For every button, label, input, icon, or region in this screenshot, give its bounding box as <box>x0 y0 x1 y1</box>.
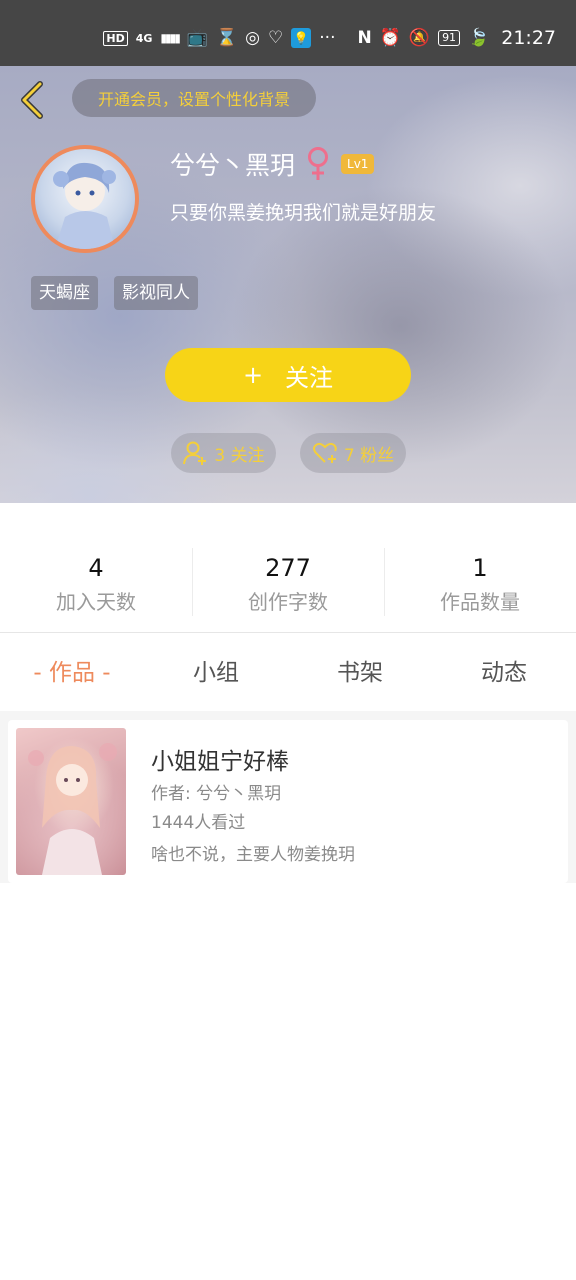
stat-value: 4 <box>88 554 104 582</box>
tag-list: 天蝎座 影视同人 <box>31 276 198 310</box>
stat-join-days: 4 加入天数 <box>0 548 192 618</box>
stats-row: 4 加入天数 277 创作字数 1 作品数量 <box>0 548 576 618</box>
user-add-icon <box>183 441 207 465</box>
follow-button[interactable]: + 关注 <box>165 348 411 402</box>
fans-count: 7 粉丝 <box>343 445 395 466</box>
work-views: 1444人看过 <box>151 813 246 833</box>
tv-app-icon: 📺 <box>186 28 208 48</box>
user-bio: 只要你黑姜挽玥我们就是好朋友 <box>170 202 437 224</box>
tab-bar: - 作品 - 小组 书架 动态 <box>0 633 576 711</box>
following-count: 3 关注 <box>214 445 265 466</box>
work-cover-image[interactable] <box>16 728 126 875</box>
tab-activity[interactable]: 动态 <box>432 633 576 711</box>
battery-icon: 91 <box>438 30 461 46</box>
tag-zodiac: 天蝎座 <box>31 276 98 310</box>
status-icons: HD 4G ▮▮▮▮ 📺 ⌛ ◎ ♡ 💡 ··· N ⏰ 🔕 91 🍃 21:2… <box>103 27 556 49</box>
alarm-icon: ⏰ <box>379 28 401 48</box>
stat-word-count: 277 创作字数 <box>192 548 384 618</box>
profile-header: 开通会员，设置个性化背景 兮兮丶黑玥 Lv1 只要你黑姜挽玥我们就是好朋友 天蝎… <box>0 66 576 503</box>
stat-value: 277 <box>265 554 311 582</box>
diamond-icon: ♡ <box>268 28 284 48</box>
more-notifications-icon: ··· <box>319 28 336 48</box>
netease-music-icon: ◎ <box>245 28 261 48</box>
fans-count-button[interactable]: 7 粉丝 <box>300 433 406 473</box>
tab-bookshelf[interactable]: 书架 <box>288 633 432 711</box>
work-summary: 啥也不说，主要人物姜挽玥 <box>151 845 355 865</box>
clock: 21:27 <box>501 27 556 49</box>
stat-label: 作品数量 <box>440 590 520 614</box>
lightbulb-app-icon: 💡 <box>291 28 312 48</box>
hd-indicator: HD <box>103 30 128 46</box>
leaf-icon: 🍃 <box>468 28 490 48</box>
username-row: 兮兮丶黑玥 Lv1 <box>170 146 375 182</box>
signal-icon: ▮▮▮▮ <box>160 31 180 45</box>
following-count-button[interactable]: 3 关注 <box>171 433 276 473</box>
cover-illustration <box>28 743 117 875</box>
stat-value: 1 <box>472 554 488 582</box>
tab-groups[interactable]: 小组 <box>144 633 288 711</box>
avatar-illustration <box>53 162 116 249</box>
username: 兮兮丶黑玥 <box>170 151 296 180</box>
back-arrow-icon[interactable] <box>14 78 50 122</box>
tag-genre: 影视同人 <box>114 276 198 310</box>
work-card[interactable]: 小姐姐宁好棒 作者: 兮兮丶黑玥 1444人看过 啥也不说，主要人物姜挽玥 <box>8 720 568 883</box>
follow-button-label: 关注 <box>285 363 334 392</box>
nfc-icon: N <box>357 28 372 48</box>
hourglass-icon: ⌛ <box>216 28 238 48</box>
network-4g-indicator: 4G <box>135 31 153 45</box>
work-author: 作者: 兮兮丶黑玥 <box>151 784 282 804</box>
work-title: 小姐姐宁好棒 <box>151 749 289 775</box>
stat-label: 创作字数 <box>248 590 328 614</box>
mute-bell-icon: 🔕 <box>408 28 431 48</box>
tab-works[interactable]: - 作品 - <box>0 633 144 711</box>
heart-add-icon <box>312 442 337 463</box>
vip-background-prompt[interactable]: 开通会员，设置个性化背景 <box>72 79 316 117</box>
level-badge: Lv1 <box>341 154 375 174</box>
plus-icon: + <box>242 361 264 389</box>
stat-works-count: 1 作品数量 <box>384 548 576 618</box>
avatar[interactable] <box>31 145 139 253</box>
female-gender-icon <box>308 147 329 180</box>
stat-label: 加入天数 <box>56 590 136 614</box>
status-bar: HD 4G ▮▮▮▮ 📺 ⌛ ◎ ♡ 💡 ··· N ⏰ 🔕 91 🍃 21:2… <box>0 0 576 66</box>
